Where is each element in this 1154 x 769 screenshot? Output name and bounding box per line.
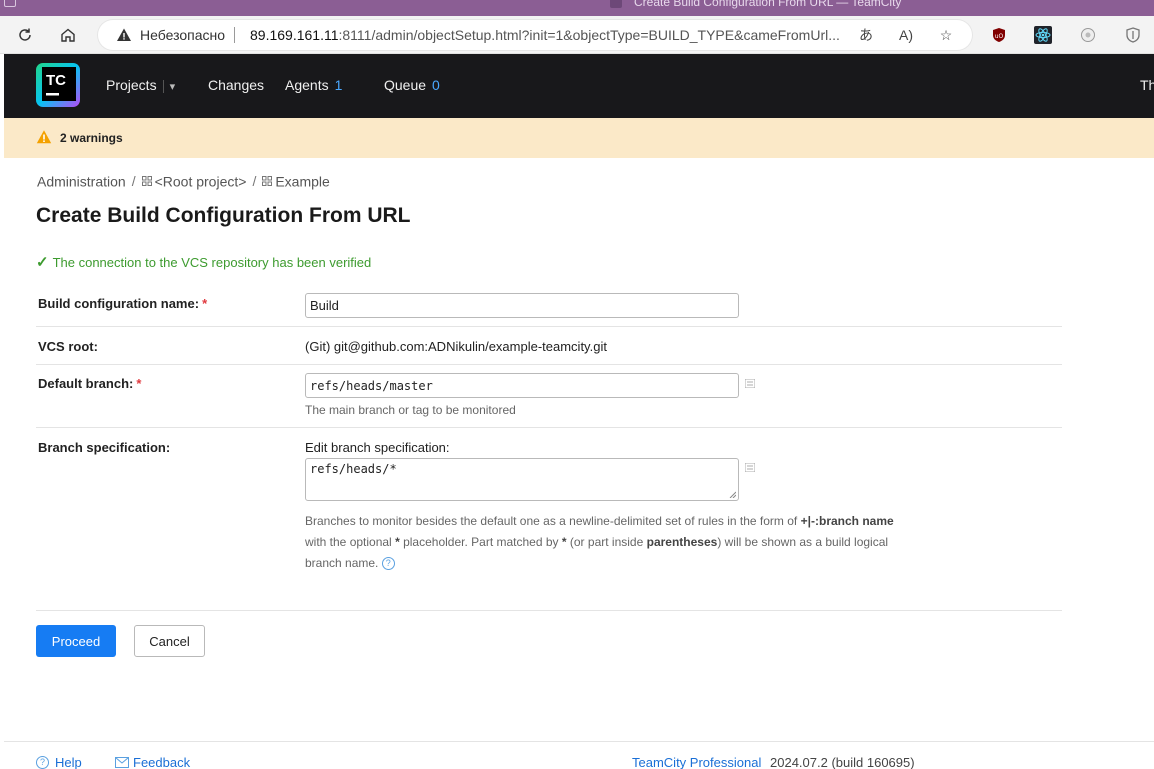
browser-toolbar: Небезопасно 89.169.161.11:8111/admin/obj… — [0, 16, 1154, 54]
nav-projects[interactable]: Projects ▾ — [106, 77, 175, 93]
branch-spec-label: Branch specification: — [38, 440, 171, 455]
teamcity-logo[interactable]: TC — [34, 61, 82, 109]
branch-spec-value: refs/heads/* — [310, 462, 397, 476]
warnings-text[interactable]: 2 warnings — [60, 131, 123, 145]
form-row-branch-spec: Branch specification: Edit branch specif… — [36, 428, 1062, 611]
required-mark: * — [202, 296, 208, 311]
agents-count: 1 — [334, 77, 343, 93]
desc-2c: (or part inside — [569, 535, 644, 549]
nav-right-text[interactable]: Th — [1140, 77, 1154, 93]
footer-feedback-link[interactable]: Feedback — [133, 755, 190, 769]
build-config-name-label: Build configuration name: * — [38, 296, 207, 311]
chevron-down-icon[interactable]: ▾ — [162, 80, 175, 93]
default-branch-hint: The main branch or tag to be monitored — [305, 403, 516, 417]
help-question-icon[interactable]: ? — [381, 557, 395, 571]
vcs-verified-message: ✓ The connection to the VCS repository ha… — [36, 253, 371, 271]
home-icon[interactable] — [55, 22, 81, 48]
url-host: 89.169.161.11 — [250, 27, 339, 43]
checkmark-icon: ✓ — [36, 254, 49, 271]
breadcrumb-separator: / — [252, 173, 257, 190]
desc-rule-format: +|-:branch name — [800, 514, 894, 528]
project-icon — [141, 176, 152, 187]
desc-line-3: branch name. — [305, 556, 379, 570]
warning-icon — [36, 130, 52, 144]
footer-product-link[interactable]: TeamCity Professional — [632, 755, 761, 769]
desc-parentheses: parentheses — [646, 535, 718, 549]
svg-text:TC: TC — [46, 72, 66, 89]
nav-changes-label: Changes — [208, 77, 265, 93]
breadcrumb-root-project[interactable]: <Root project> — [155, 173, 247, 189]
default-branch-label: Default branch: * — [38, 376, 141, 391]
svg-text:uO: uO — [995, 33, 1004, 40]
desc-2e: ) will be shown as a build logical — [717, 535, 889, 549]
proceed-button[interactable]: Proceed — [36, 625, 116, 657]
warnings-bar[interactable]: 2 warnings — [4, 118, 1154, 158]
build-config-name-input[interactable] — [305, 293, 739, 318]
tab-favicon-icon — [610, 0, 622, 8]
url-path: :8111/admin/objectSetup.html?init=1&obje… — [338, 27, 840, 43]
desc-2b: placeholder. Part matched by — [403, 535, 559, 549]
edit-branch-spec-label: Edit branch specification: — [305, 440, 450, 455]
desc-2a: with the optional — [305, 535, 392, 549]
default-branch-input[interactable] — [305, 373, 739, 398]
nav-projects-label: Projects — [106, 77, 157, 93]
vcs-root-label: VCS root: — [38, 339, 98, 354]
nav-changes[interactable]: Changes — [208, 77, 264, 93]
warning-icon[interactable] — [116, 27, 132, 43]
reload-icon[interactable] — [12, 22, 38, 48]
react-extension-icon[interactable] — [1034, 26, 1052, 44]
nav-queue[interactable]: Queue 0 — [384, 77, 440, 93]
address-bar[interactable]: Небезопасно 89.169.161.11:8111/admin/obj… — [98, 20, 972, 50]
page-title: Create Build Configuration From URL — [36, 204, 411, 227]
resize-grip-icon[interactable] — [729, 491, 736, 498]
breadcrumb-example[interactable]: Example — [275, 173, 329, 189]
url-text[interactable]: 89.169.161.11:8111/admin/objectSetup.htm… — [250, 27, 850, 43]
nav-agents[interactable]: Agents 1 — [285, 77, 342, 93]
extension-icon[interactable] — [1079, 26, 1097, 44]
form-row-name: Build configuration name: * — [36, 285, 1062, 327]
desc-star: * — [395, 535, 400, 549]
footer-help-link[interactable]: Help — [55, 755, 82, 769]
form-row-default-branch: Default branch:* The main branch or tag … — [36, 365, 1062, 428]
window-icon — [4, 0, 16, 7]
vcs-root-value: (Git) git@github.com:ADNikulin/example-t… — [305, 339, 607, 354]
feedback-mail-icon[interactable] — [115, 757, 129, 768]
footer-version: 2024.07.2 (build 160695) — [770, 755, 915, 769]
required-mark: * — [136, 376, 142, 391]
desc-star: * — [561, 535, 567, 549]
cancel-button[interactable]: Cancel — [134, 625, 205, 657]
branch-spec-textarea[interactable]: refs/heads/* — [305, 458, 739, 501]
breadcrumb-administration[interactable]: Administration — [37, 173, 126, 189]
breadcrumb-separator: / — [131, 173, 136, 190]
nav-queue-label: Queue — [384, 77, 427, 93]
favorite-star-icon[interactable]: ☆ — [936, 25, 956, 45]
project-icon — [262, 176, 273, 187]
desc-line-1: Branches to monitor besides the default … — [305, 514, 798, 528]
address-divider — [234, 27, 235, 43]
browser-title-strip: Create Build Configuration From URL — Te… — [0, 0, 1154, 16]
ublock-extension-icon[interactable]: uO — [990, 26, 1008, 44]
parameter-list-icon[interactable] — [745, 463, 755, 472]
parameter-list-icon[interactable] — [745, 379, 755, 388]
teamcity-header: TC Projects ▾ Changes Agents 1 Queue 0 Th — [4, 54, 1154, 118]
shield-extension-icon[interactable] — [1124, 26, 1142, 44]
footer: ? Help Feedback TeamCity Professional 20… — [4, 741, 1154, 769]
queue-count: 0 — [432, 77, 440, 93]
security-label[interactable]: Небезопасно — [140, 27, 225, 43]
form-row-vcs-root: VCS root: (Git) git@github.com:ADNikulin… — [36, 327, 1062, 365]
tab-title[interactable]: Create Build Configuration From URL — Te… — [634, 0, 901, 9]
default-branch-label-text: Default branch: — [38, 376, 134, 391]
branch-spec-description: Branches to monitor besides the default … — [305, 511, 945, 574]
build-config-name-label-text: Build configuration name: — [38, 296, 200, 311]
verified-text: The connection to the VCS repository has… — [52, 255, 372, 270]
nav-agents-label: Agents — [285, 77, 329, 93]
help-icon[interactable]: ? — [36, 756, 49, 769]
translate-icon[interactable]: あ — [856, 25, 876, 45]
breadcrumb: Administration / <Root project> / Example — [37, 172, 330, 189]
read-aloud-icon[interactable]: A) — [896, 25, 916, 45]
